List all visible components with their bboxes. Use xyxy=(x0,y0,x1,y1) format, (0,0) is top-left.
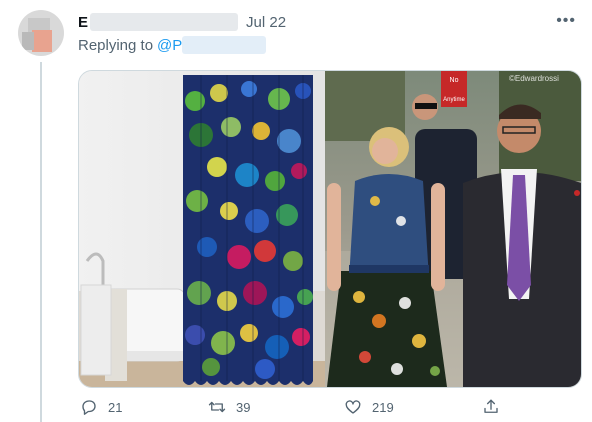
media-watermark: ©Edwardrossi xyxy=(509,74,559,83)
media-image: No Anytime ©Edwardrossi xyxy=(79,71,581,387)
like-count: 219 xyxy=(372,399,394,415)
like-button[interactable]: 219 xyxy=(344,398,394,416)
reply-button[interactable]: 21 xyxy=(80,398,122,416)
tweet-actions: 21 39 219 xyxy=(78,398,582,422)
tweet-date[interactable]: Jul 22 xyxy=(246,14,286,31)
retweet-count: 39 xyxy=(236,399,251,415)
replying-to: Replying to @P xyxy=(78,36,267,54)
reply-count: 21 xyxy=(108,399,123,415)
mention-redacted xyxy=(182,36,267,54)
more-icon[interactable]: ••• xyxy=(556,12,576,30)
tweet-card[interactable]: E Jul 22 ••• Replying to @P No Anytime ©… xyxy=(0,0,592,422)
replying-prefix: Replying to xyxy=(78,36,154,54)
curtain-illustration xyxy=(183,75,313,385)
mention-link[interactable]: @P xyxy=(157,37,182,54)
share-button[interactable] xyxy=(482,398,510,416)
svg-text:No: No xyxy=(450,77,459,84)
tweet-media[interactable]: No Anytime ©Edwardrossi xyxy=(78,70,582,388)
tweet-header: E Jul 22 xyxy=(78,12,286,32)
retweet-icon xyxy=(208,401,226,413)
svg-text:Anytime: Anytime xyxy=(443,97,465,103)
thread-line xyxy=(40,62,42,422)
reply-icon xyxy=(82,400,96,415)
avatar[interactable] xyxy=(18,10,64,56)
share-icon xyxy=(484,399,498,413)
author-name[interactable]: E xyxy=(78,14,88,31)
author-name-redacted xyxy=(90,13,239,31)
retweet-button[interactable]: 39 xyxy=(208,398,250,416)
heart-icon xyxy=(345,400,361,414)
